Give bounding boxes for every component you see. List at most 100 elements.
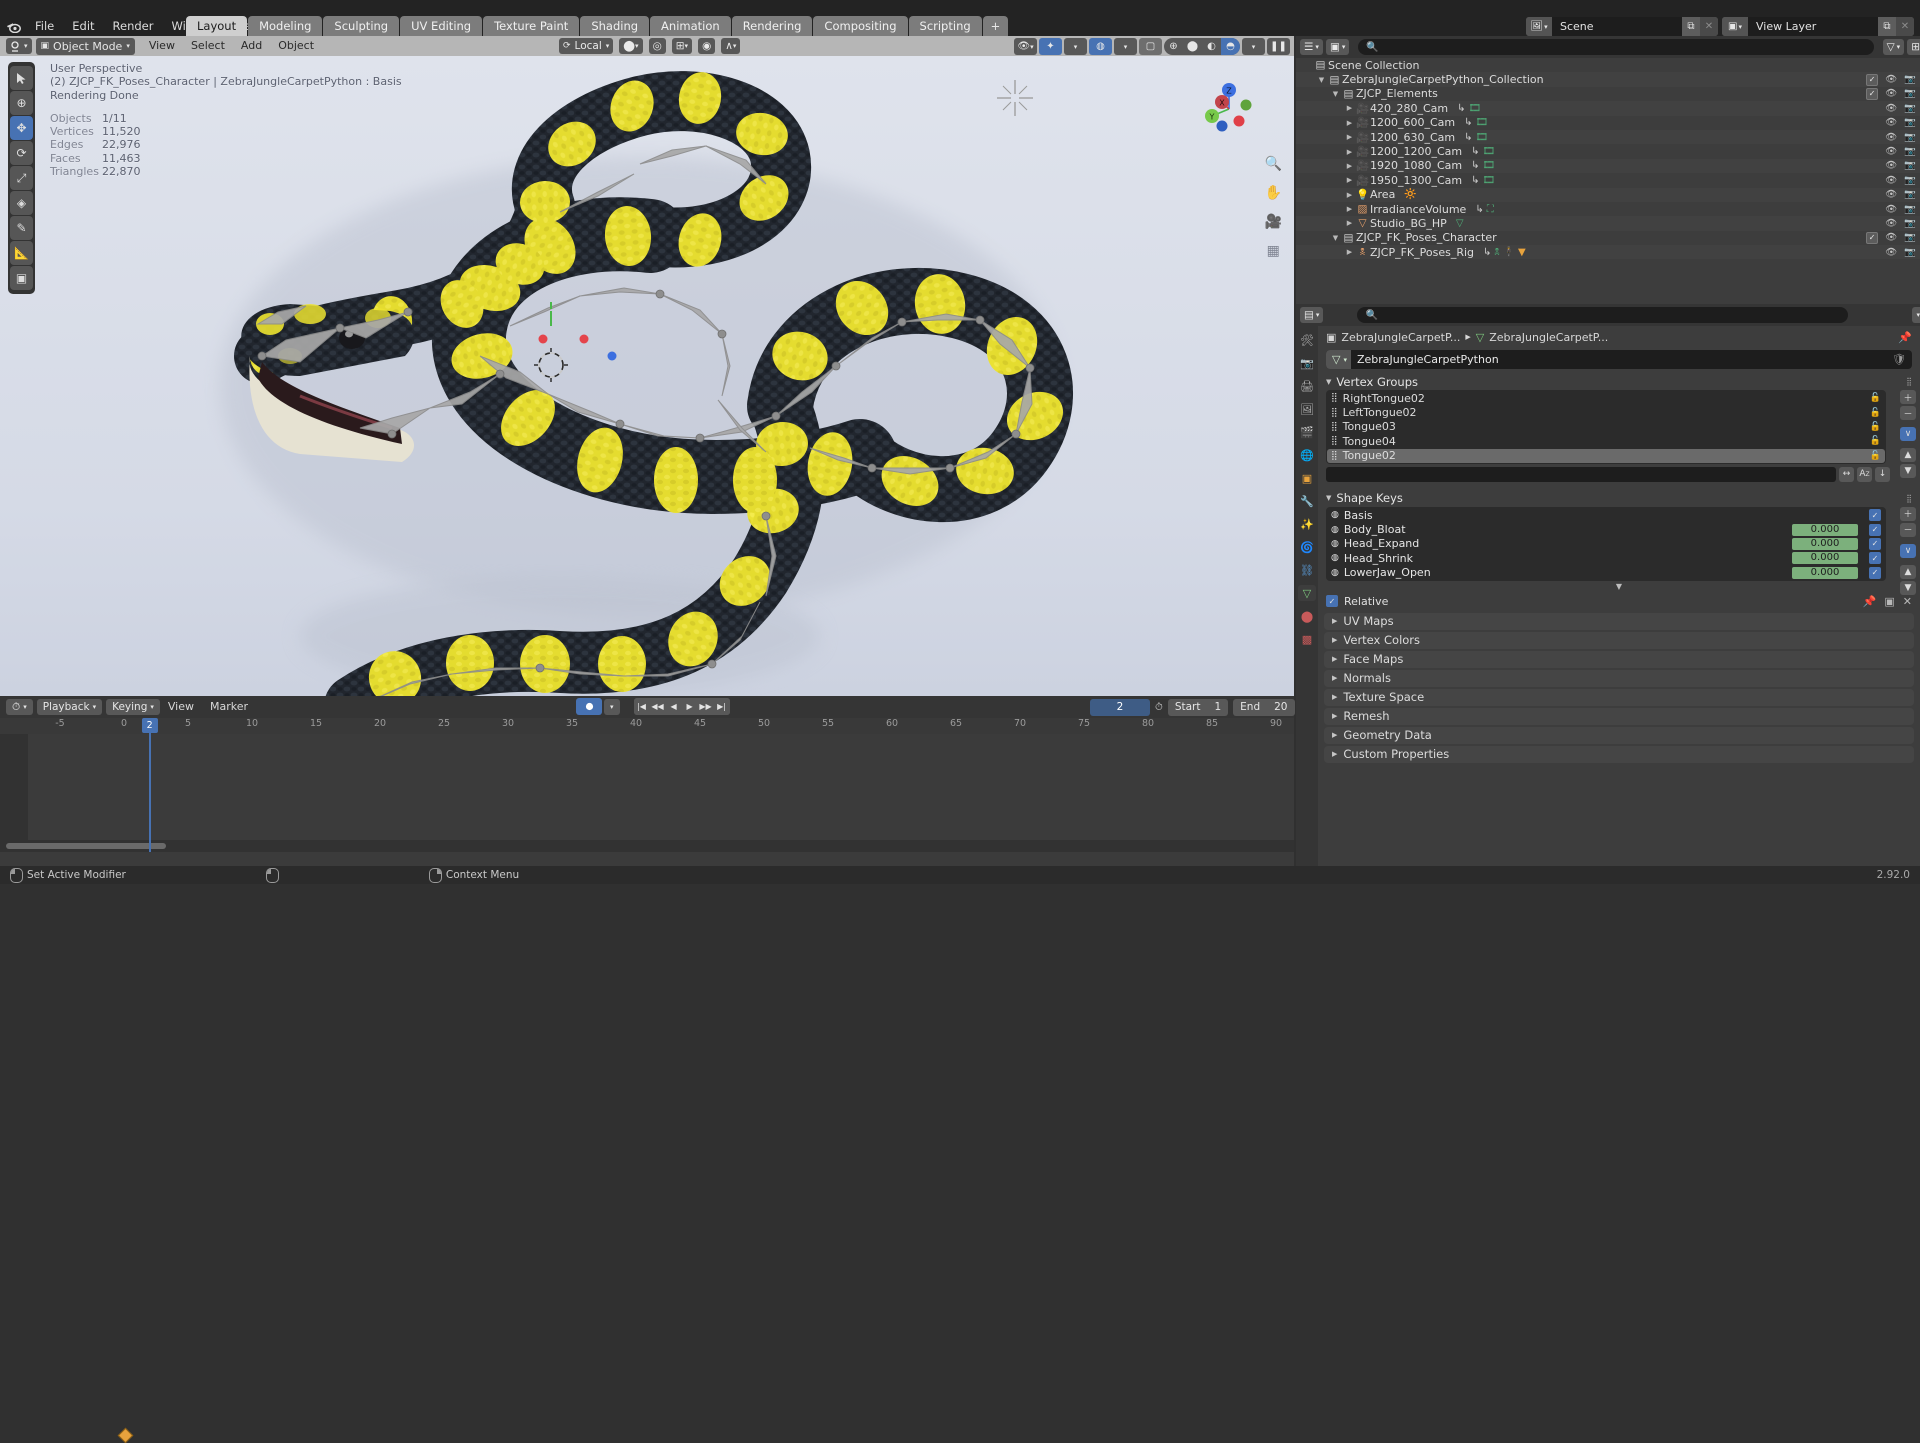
timeline-playhead[interactable] [148,718,151,852]
lock-icon[interactable]: 🔓 [1870,393,1881,403]
add-vertex-group-button[interactable]: ＋ [1900,390,1916,404]
lock-icon[interactable]: 🔓 [1870,408,1881,418]
timeline-body[interactable] [0,734,1294,852]
shape-key-row[interactable]: ◍ Body_Bloat 0.000 ✓ [1327,522,1885,536]
camera-render-visibility-icon[interactable]: 📷 [1904,204,1916,215]
physics-tab[interactable]: 🌀 [1298,539,1316,555]
measure-tool[interactable]: 📐 [10,241,33,265]
playback-menu[interactable]: Playback ▾ [36,699,103,715]
eye-visibility-icon[interactable]: 👁 [1885,204,1897,215]
jump-end-button[interactable]: ▶| [713,698,730,715]
editor-type-button[interactable]: ▾ [6,38,32,54]
camera-render-visibility-icon[interactable]: 📷 [1904,189,1916,200]
outliner-row[interactable]: ▼ ▤ ZJCP_FK_Poses_Character ✓ 👁 📷 [1296,231,1920,245]
snap-magnet-button[interactable]: ⬤ ▾ [619,38,643,54]
proportional-falloff-button[interactable]: ∧ ▾ [721,38,741,54]
viewport-3d[interactable]: ▾ ▣ Object Mode ▾ View Select Add Object ⟳ … [0,36,1294,696]
shape-key-row[interactable]: ◍ LowerJaw_Open 0.000 ✓ [1327,566,1885,580]
chevron-down-icon[interactable]: ▼ [1330,90,1341,98]
texture-tab[interactable]: ▩ [1298,631,1316,647]
panel-custom-properties[interactable]: ▶ Custom Properties [1324,745,1914,763]
cursor-tool[interactable]: ⊕ [10,91,33,115]
scene-selector[interactable]: 🖼 ▾ Scene ⧉ ✕ [1526,17,1718,36]
panel-texture-space[interactable]: ▶ Texture Space [1324,688,1914,706]
camera-render-visibility-icon[interactable]: 📷 [1904,132,1916,143]
eye-visibility-icon[interactable]: 👁 [1885,160,1897,171]
world-tab[interactable]: 🌐 [1298,447,1316,463]
constraints-tab[interactable]: ⛓ [1298,562,1316,578]
shape-key-value[interactable]: 0.000 [1792,552,1858,565]
workspace-tab-texture-paint[interactable]: Texture Paint [483,16,580,36]
eye-visibility-icon[interactable]: 👁 [1885,232,1897,243]
vertex-group-row[interactable]: ⣿ RightTongue02 🔓 [1327,391,1885,405]
prev-keyframe-button[interactable]: ◀◀ [649,698,666,715]
workspace-tab-animation[interactable]: Animation [650,16,731,36]
move-tool[interactable]: ✥ [10,116,33,140]
shading-mode-group[interactable]: ⊕ ⬤ ◐ ◓ [1164,38,1240,55]
relative-checkbox[interactable]: ✓ [1326,595,1338,608]
end-value[interactable]: 20 [1274,701,1287,713]
frame-end-field[interactable]: End 20 [1233,698,1295,716]
pause-render-button[interactable]: ❚❚ [1267,38,1290,55]
scale-tool[interactable]: ⤢ [10,166,33,190]
auto-keying-toggle[interactable] [576,698,602,715]
outliner-row[interactable]: ▼ ▤ ZebraJungleCarpetPython_Collection ✓ 👁 📷 [1296,72,1920,87]
transform-tool[interactable]: ◈ [10,191,33,215]
timeline-menu-view[interactable]: View [160,699,202,715]
shape-keys-expand-handle[interactable]: ▼ [1318,581,1920,592]
shading-rendered[interactable]: ◓ [1221,38,1240,55]
eye-visibility-icon[interactable]: 👁 [1885,132,1897,143]
properties-editor-type[interactable]: ▤ ▾ [1300,307,1324,323]
breadcrumb-data[interactable]: ZebraJungleCarpetP... [1489,331,1608,344]
frame-range-fields[interactable]: Start 1 [1167,698,1229,716]
vertex-group-row[interactable]: ⣿ Tongue03 🔓 [1327,420,1885,434]
camera-render-visibility-icon[interactable]: 📷 [1904,232,1916,243]
vertex-group-row[interactable]: ⣿ Tongue02 🔓 [1327,448,1885,463]
annotate-tool[interactable]: ✎ [10,216,33,240]
move-shape-key-up-button[interactable]: ▲ [1900,564,1916,579]
chevron-right-icon[interactable]: ▶ [1344,148,1355,156]
play-reverse-button[interactable]: ◀ [665,698,682,715]
eye-visibility-icon[interactable]: 👁 [1885,218,1897,229]
outliner-editor[interactable]: ☰ ▾ ▣ ▾ 🔍 ▽ ▾ ⊞ ▤ Scene Collection ▼ ▤ ZebraJun… [1296,36,1920,304]
remove-vertex-group-button[interactable]: － [1900,406,1916,420]
chevron-right-icon[interactable]: ▶ [1344,219,1355,227]
outliner-row[interactable]: ▤ Scene Collection [1296,58,1920,72]
next-keyframe-button[interactable]: ▶▶ [697,698,714,715]
navigation-gizmo[interactable]: Z X Y [1198,78,1260,140]
gizmo-toggle[interactable]: ✦ [1039,38,1062,55]
workspace-tab-modeling[interactable]: Modeling [248,16,323,36]
material-tab[interactable]: ⬤ [1298,608,1316,624]
outliner-new-collection-button[interactable]: ⊞ [1907,39,1920,55]
jump-start-button[interactable]: |◀ [633,698,650,715]
menu-render[interactable]: Render [104,16,163,36]
timeline-menu-marker[interactable]: Marker [202,699,256,715]
unlink-scene-button[interactable]: ✕ [1700,17,1718,36]
eye-visibility-icon[interactable]: 👁 [1885,88,1897,99]
move-vertex-group-down-button[interactable]: ▼ [1900,464,1916,478]
timeline-hscrollbar[interactable] [0,840,1294,852]
timeline-ruler[interactable]: -5 0 5 10 15 20 25 30 35 40 45 50 55 60 65 70 75 80 85 90 [0,718,1294,734]
gizmo-dropdown[interactable]: ▾ [1064,38,1087,55]
camera-render-visibility-icon[interactable]: 📷 [1904,160,1916,171]
properties-options-button[interactable]: ▾ [1912,307,1920,323]
vertex-group-specials-button[interactable]: ∨ [1900,427,1916,441]
move-vertex-group-up-button[interactable]: ▲ [1900,448,1916,462]
remove-viewlayer-button[interactable]: ✕ [1896,17,1914,36]
camera-render-visibility-icon[interactable]: 📷 [1904,117,1916,128]
overlays-toggle[interactable]: ◍ [1089,38,1112,55]
shape-keys-list[interactable]: ◍ Basis ✓ ◍ Body_Bloat 0.000 ✓ ◍ Head_Expand 0.00… [1326,506,1886,581]
viewport-menu-object[interactable]: Object [270,38,322,54]
outliner-row[interactable]: ▶ 🎥 1200_600_Cam ↳ 🎞 👁 📷 [1296,116,1920,130]
shape-key-mute-checkbox[interactable]: ✓ [1869,523,1881,536]
shape-key-value[interactable]: 0.000 [1792,566,1858,579]
shading-solid[interactable]: ⬤ [1183,38,1202,55]
vertex-groups-list[interactable]: ⣿ RightTongue02 🔓 ⣿ LeftTongue02 🔓 ⣿ Tongue03 🔓 ⣿… [1326,390,1886,464]
shape-key-row[interactable]: ◍ Basis ✓ [1327,508,1885,522]
current-frame-field[interactable]: 2 [1090,698,1150,716]
eye-visibility-icon[interactable]: 👁 [1885,189,1897,200]
workspace-tab--[interactable]: + [982,16,1009,36]
panel-vertex-colors[interactable]: ▶ Vertex Colors [1324,631,1914,649]
transform-orientation-selector[interactable]: ⟳ Local ▾ [559,38,614,54]
menu-edit[interactable]: Edit [63,16,103,36]
